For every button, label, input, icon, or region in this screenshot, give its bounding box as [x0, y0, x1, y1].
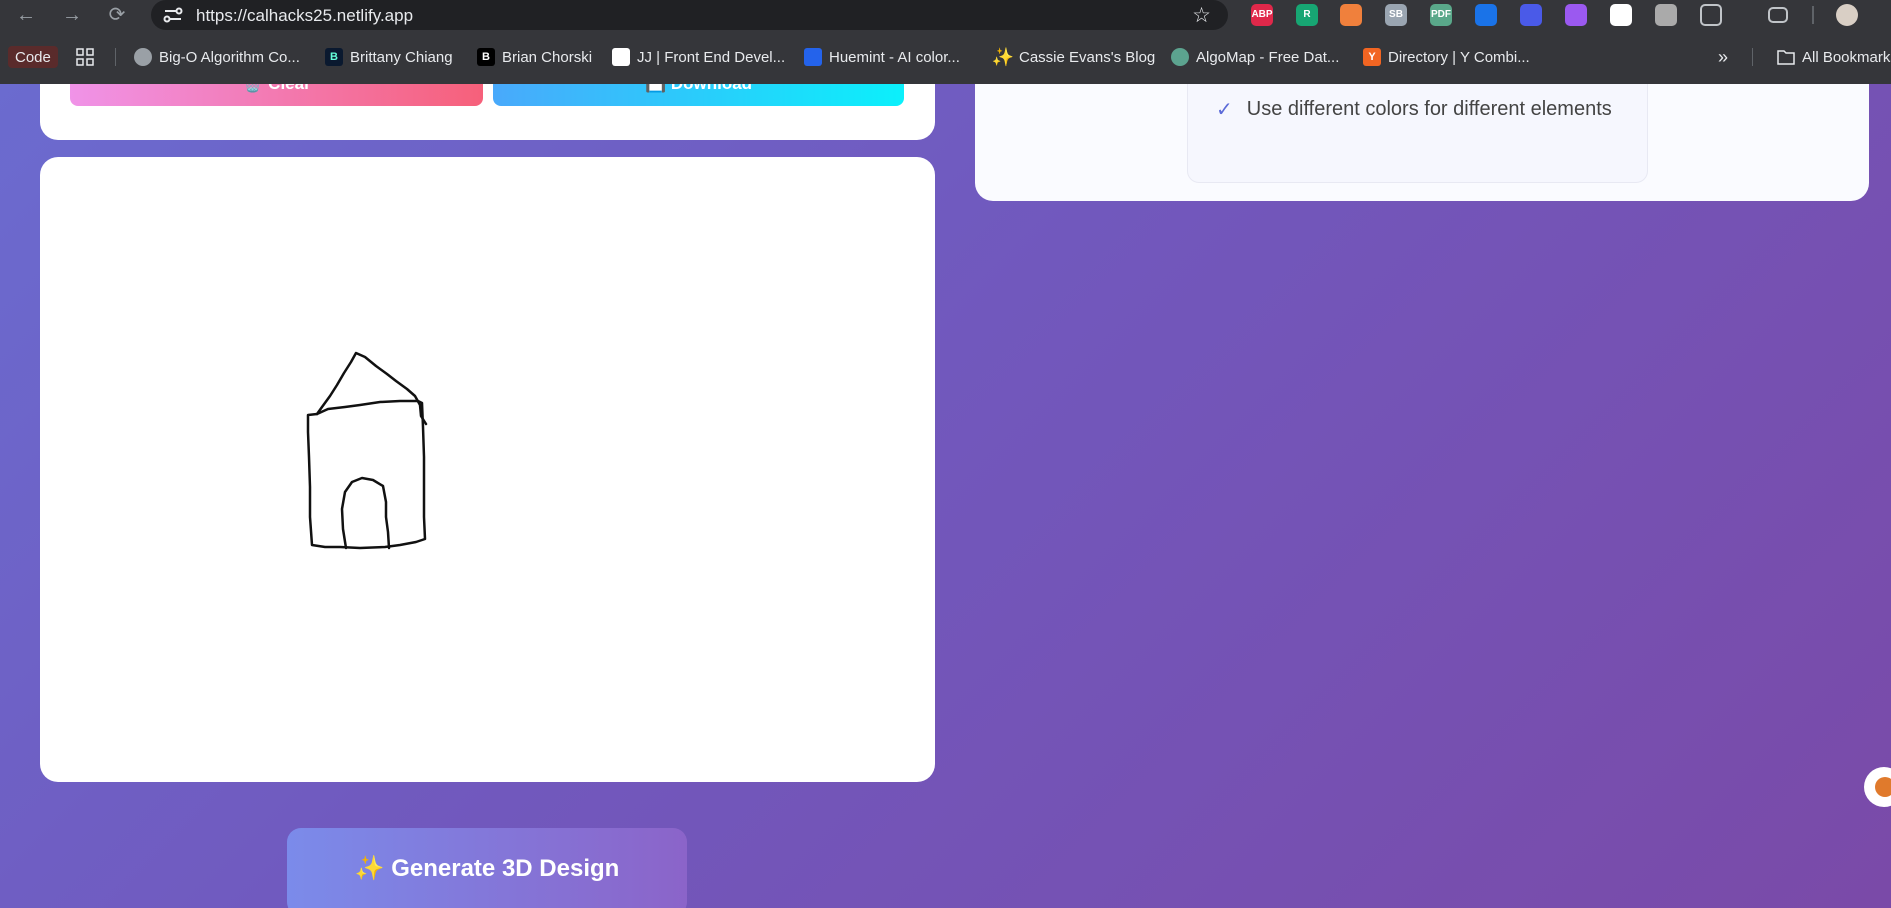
pdf-extension-icon[interactable]: PDF	[1430, 4, 1452, 26]
bookmark-label: JJ | Front End Devel...	[637, 48, 786, 66]
tip-item: ✓ Use different colors for different ele…	[1216, 97, 1612, 122]
calendar-extension-icon[interactable]	[1340, 4, 1362, 26]
toolbar-divider	[1812, 6, 1813, 24]
bookmark-code-folder[interactable]: Code	[8, 46, 58, 68]
bookmark-label: Brian Chorski	[502, 48, 593, 66]
bookmark-label: Brittany Chiang	[350, 48, 453, 66]
roof-stroke	[315, 351, 428, 426]
algomap-icon	[1171, 48, 1189, 66]
forward-button[interactable]: →	[59, 2, 85, 28]
drawing-canvas-card	[40, 157, 935, 782]
huemint-icon	[804, 48, 822, 66]
drawing-canvas[interactable]	[40, 157, 935, 782]
floating-assistant-bubble[interactable]	[1864, 767, 1891, 807]
bookmark-label: Huemint - AI color...	[829, 48, 960, 66]
bookmark-label: Big-O Algorithm Co...	[159, 48, 300, 66]
bookmark-cassie-evans[interactable]: ✨ Cassie Evans's Blog	[991, 46, 1156, 67]
toolbar-divider	[1813, 6, 1814, 24]
clear-button-label: 🗑️ Clear	[70, 84, 483, 94]
bookmark-jj-front-end[interactable]: JJ | Front End Devel...	[612, 47, 785, 67]
browser-toolbar: ← → ⟳ https://calhacks25.netlify.app ☆ A…	[0, 0, 1891, 30]
clear-button[interactable]: 🗑️ Clear	[70, 84, 483, 106]
pen-extension-icon[interactable]	[1610, 4, 1632, 26]
download-button[interactable]: 💾 Download	[493, 84, 904, 106]
bookmark-label: Directory | Y Combi...	[1388, 48, 1530, 66]
bookmarks-divider	[115, 48, 116, 66]
generate-button-label: ✨ Generate 3D Design	[354, 855, 620, 882]
reload-button[interactable]: ⟳	[104, 2, 130, 28]
yc-icon: Y	[1363, 48, 1381, 66]
chat-extension-icon[interactable]	[1565, 4, 1587, 26]
apps-grid-icon[interactable]	[76, 47, 94, 67]
page-viewport: 🗑️ Clear 💾 Download ✓ Use different colo…	[0, 84, 1891, 908]
tips-card: ✓ Use different colors for different ele…	[975, 84, 1869, 201]
bookmark-label: Code	[15, 48, 51, 66]
folder-icon	[1777, 50, 1795, 65]
house-wall-stroke	[306, 399, 427, 550]
bookmarks-bar: Code Big-O Algorithm Co... B Brittany Ch…	[0, 42, 1891, 72]
download-button-label: 💾 Download	[493, 84, 904, 94]
tip-text: Use different colors for different eleme…	[1246, 98, 1612, 120]
controls-card: 🗑️ Clear 💾 Download	[40, 84, 935, 140]
r-extension-icon[interactable]: R	[1296, 4, 1318, 26]
more-bookmarks-chevron-icon[interactable]: »	[1718, 47, 1728, 67]
all-bookmarks-folder[interactable]: All Bookmarks	[1777, 47, 1891, 67]
bookmark-brian-chorski[interactable]: B Brian Chorski	[477, 47, 592, 67]
sparkle-icon: ✨	[991, 46, 1015, 67]
bookmark-y-combinator[interactable]: Y Directory | Y Combi...	[1363, 47, 1530, 67]
profile-avatar[interactable]	[1836, 4, 1858, 26]
extensions-puzzle-icon[interactable]	[1700, 4, 1722, 26]
checkmark-icon: ✓	[1216, 99, 1233, 121]
slash-extension-icon[interactable]	[1655, 4, 1677, 26]
back-button[interactable]: ←	[13, 2, 39, 28]
tips-list-box: ✓ Use different colors for different ele…	[1187, 84, 1648, 183]
sb-extension-icon[interactable]: SB	[1385, 4, 1407, 26]
door-stroke	[340, 476, 391, 550]
bookmark-star-icon[interactable]: ☆	[1192, 3, 1211, 28]
bookmark-brittany-chiang[interactable]: B Brittany Chiang	[325, 47, 453, 67]
bird-extension-icon[interactable]	[1520, 4, 1542, 26]
pin-extension-icon[interactable]	[1475, 4, 1497, 26]
bookmark-label: AlgoMap - Free Dat...	[1196, 48, 1340, 66]
b-favicon-icon: B	[325, 48, 343, 66]
bookmarks-divider	[1752, 48, 1753, 66]
adblock-plus-icon[interactable]: ABP	[1251, 4, 1273, 26]
address-bar[interactable]: https://calhacks25.netlify.app ☆	[151, 0, 1228, 30]
bookmark-huemint[interactable]: Huemint - AI color...	[804, 47, 960, 67]
white-square-icon	[612, 48, 630, 66]
globe-icon	[134, 48, 152, 66]
generate-3d-design-button[interactable]: ✨ Generate 3D Design	[287, 828, 687, 908]
b-favicon-icon: B	[477, 48, 495, 66]
assistant-icon	[1875, 777, 1891, 797]
site-info-icon[interactable]	[163, 6, 183, 24]
bookmark-algomap[interactable]: AlgoMap - Free Dat...	[1171, 47, 1339, 67]
bookmark-label: Cassie Evans's Blog	[1019, 48, 1156, 66]
url-text[interactable]: https://calhacks25.netlify.app	[196, 6, 413, 26]
tab-search-icon[interactable]	[1768, 7, 1788, 23]
bookmark-label: All Bookmarks	[1802, 48, 1891, 66]
bookmark-big-o[interactable]: Big-O Algorithm Co...	[134, 47, 300, 67]
